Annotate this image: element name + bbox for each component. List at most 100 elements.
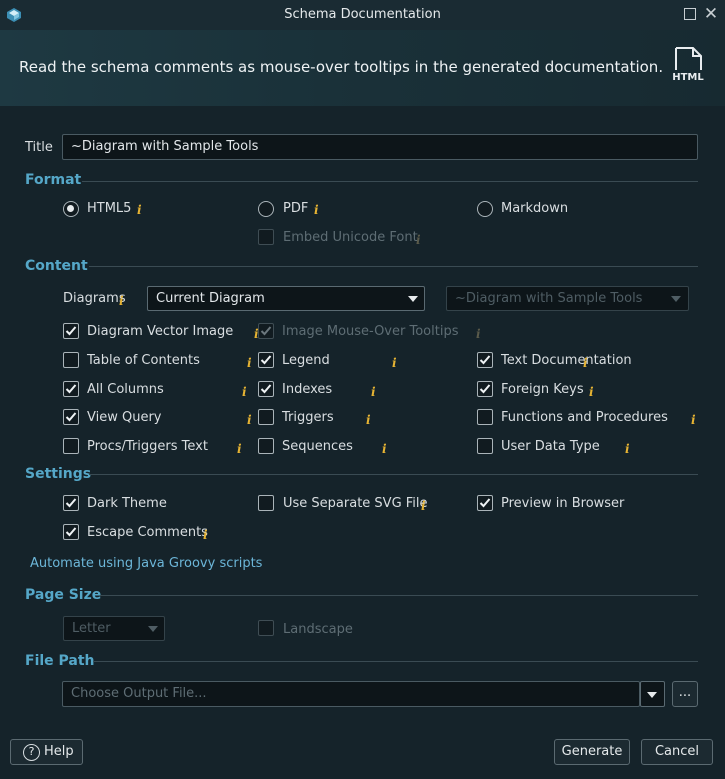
help-button[interactable]: ? Help bbox=[10, 739, 83, 765]
checkmark-icon bbox=[65, 384, 77, 394]
info-icon[interactable]: i bbox=[119, 294, 124, 308]
settings-heading: Settings bbox=[25, 466, 92, 482]
info-icon[interactable]: i bbox=[247, 413, 252, 427]
diagram-select-value: Current Diagram bbox=[156, 291, 265, 306]
user-data-type-checkbox[interactable] bbox=[477, 438, 493, 454]
html-icon-label: HTML bbox=[672, 72, 704, 83]
pdf-label: PDF bbox=[283, 201, 309, 216]
diagram-select[interactable]: Current Diagram bbox=[147, 286, 425, 311]
output-file-input[interactable]: Choose Output File... bbox=[62, 681, 640, 707]
diagrams-label: Diagrams bbox=[63, 291, 126, 306]
chevron-down-icon bbox=[647, 692, 657, 698]
info-icon[interactable]: i bbox=[247, 356, 252, 370]
html5-label: HTML5 bbox=[87, 201, 132, 216]
sequences-label: Sequences bbox=[282, 439, 353, 454]
triggers-label: Triggers bbox=[282, 410, 334, 425]
embed-unicode-checkbox[interactable] bbox=[258, 229, 274, 245]
info-icon[interactable]: i bbox=[242, 385, 247, 399]
info-icon[interactable]: i bbox=[421, 499, 426, 513]
dark-theme-checkbox[interactable] bbox=[63, 495, 79, 511]
cancel-button[interactable]: Cancel bbox=[641, 739, 713, 765]
sequences-checkbox[interactable] bbox=[258, 438, 274, 454]
title-input[interactable]: ~Diagram with Sample Tools bbox=[62, 134, 698, 160]
format-divider bbox=[82, 181, 698, 182]
landscape-label: Landscape bbox=[283, 622, 353, 637]
info-icon[interactable]: i bbox=[314, 203, 319, 217]
markdown-label: Markdown bbox=[501, 201, 569, 216]
page-size-divider bbox=[100, 595, 698, 596]
info-icon[interactable]: i bbox=[366, 413, 371, 427]
chevron-down-icon bbox=[408, 296, 418, 302]
procs-triggers-text-label: Procs/Triggers Text bbox=[87, 439, 208, 454]
content-heading: Content bbox=[25, 258, 88, 274]
info-icon[interactable]: i bbox=[137, 203, 142, 217]
file-history-dropdown[interactable] bbox=[640, 681, 665, 707]
procs-triggers-text-checkbox[interactable] bbox=[63, 438, 79, 454]
diagram-vector-image-label: Diagram Vector Image bbox=[87, 324, 234, 339]
embed-unicode-label: Embed Unicode Font bbox=[283, 230, 418, 245]
maximize-icon[interactable] bbox=[684, 8, 696, 20]
preview-browser-checkbox[interactable] bbox=[477, 495, 493, 511]
landscape-checkbox bbox=[258, 620, 274, 636]
all-columns-checkbox[interactable] bbox=[63, 381, 79, 397]
markdown-radio[interactable] bbox=[477, 201, 493, 217]
html5-radio[interactable] bbox=[63, 201, 79, 217]
info-icon[interactable]: i bbox=[203, 528, 208, 542]
image-mouse-over-tooltips-checkbox bbox=[258, 323, 274, 339]
legend-label: Legend bbox=[282, 353, 330, 368]
automate-groovy-link[interactable]: Automate using Java Groovy scripts bbox=[30, 556, 262, 571]
generate-button[interactable]: Generate bbox=[554, 739, 630, 765]
functions-and-procedures-label: Functions and Procedures bbox=[501, 410, 668, 425]
separate-svg-checkbox[interactable] bbox=[258, 495, 274, 511]
view-query-label: View Query bbox=[87, 410, 162, 425]
info-icon[interactable]: i bbox=[625, 442, 630, 456]
checkmark-icon bbox=[260, 355, 272, 365]
preview-browser-label: Preview in Browser bbox=[501, 496, 625, 511]
pdf-radio[interactable] bbox=[258, 201, 274, 217]
info-icon[interactable]: i bbox=[589, 385, 594, 399]
page-size-value: Letter bbox=[72, 621, 111, 636]
all-columns-label: All Columns bbox=[87, 382, 164, 397]
dark-theme-label: Dark Theme bbox=[87, 496, 167, 511]
checkmark-icon bbox=[65, 412, 77, 422]
table-of-contents-checkbox[interactable] bbox=[63, 352, 79, 368]
info-icon[interactable]: i bbox=[237, 442, 242, 456]
info-icon[interactable]: i bbox=[371, 385, 376, 399]
indexes-checkbox[interactable] bbox=[258, 381, 274, 397]
window-title: Schema Documentation bbox=[284, 7, 441, 22]
checkmark-icon bbox=[260, 326, 272, 336]
image-mouse-over-tooltips-label: Image Mouse-Over Tooltips bbox=[282, 324, 459, 339]
page-size-heading: Page Size bbox=[25, 587, 102, 603]
page-size-select: Letter bbox=[63, 616, 165, 641]
info-icon[interactable]: i bbox=[691, 413, 696, 427]
triggers-checkbox[interactable] bbox=[258, 409, 274, 425]
view-query-checkbox[interactable] bbox=[63, 409, 79, 425]
file-path-heading: File Path bbox=[25, 653, 95, 669]
info-icon[interactable]: i bbox=[583, 356, 588, 370]
checkmark-icon bbox=[65, 326, 77, 336]
file-path-divider bbox=[93, 661, 698, 662]
info-icon[interactable]: i bbox=[382, 442, 387, 456]
settings-divider bbox=[89, 474, 698, 475]
chevron-down-icon bbox=[671, 296, 681, 302]
checkmark-icon bbox=[65, 527, 77, 537]
checkmark-icon bbox=[479, 355, 491, 365]
functions-and-procedures-checkbox[interactable] bbox=[477, 409, 493, 425]
banner-text: Read the schema comments as mouse-over t… bbox=[19, 58, 664, 76]
legend-checkbox[interactable] bbox=[258, 352, 274, 368]
diagram-select-secondary-value: ~Diagram with Sample Tools bbox=[455, 291, 643, 306]
table-of-contents-label: Table of Contents bbox=[87, 353, 200, 368]
foreign-keys-checkbox[interactable] bbox=[477, 381, 493, 397]
escape-comments-checkbox[interactable] bbox=[63, 524, 79, 540]
checkmark-icon bbox=[479, 384, 491, 394]
diagram-vector-image-checkbox[interactable] bbox=[63, 323, 79, 339]
separate-svg-label: Use Separate SVG File bbox=[283, 496, 428, 511]
browse-button[interactable]: ... bbox=[672, 681, 698, 707]
close-icon[interactable]: ✕ bbox=[703, 5, 719, 23]
info-icon[interactable]: i bbox=[392, 356, 397, 370]
title-label: Title bbox=[25, 140, 53, 155]
text-documentation-checkbox[interactable] bbox=[477, 352, 493, 368]
info-icon: i bbox=[416, 233, 421, 247]
content-divider bbox=[89, 266, 698, 267]
diagram-select-secondary: ~Diagram with Sample Tools bbox=[446, 286, 689, 311]
